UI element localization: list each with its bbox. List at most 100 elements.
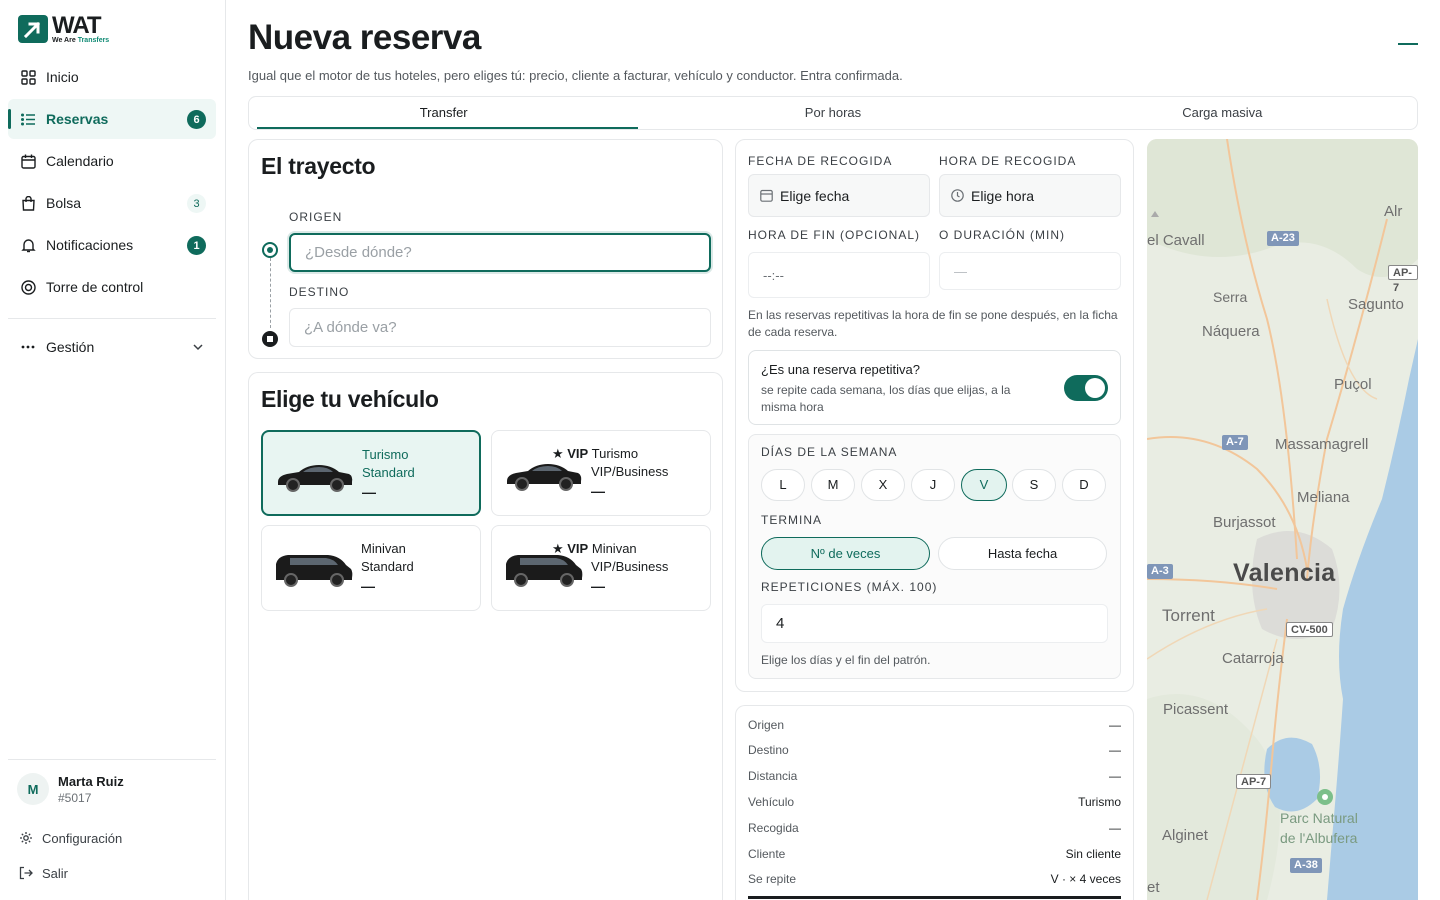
menu-dash-icon[interactable]: [1398, 43, 1418, 45]
more-dots-icon: [20, 339, 36, 355]
pickup-date-picker[interactable]: Elige fecha: [748, 174, 930, 217]
main-nav: Inicio Reservas 6 Calendario Bolsa 3 Not…: [8, 57, 216, 309]
notificaciones-count-badge: 1: [187, 236, 206, 255]
road-shield: CV-500: [1286, 622, 1333, 637]
sidebar: WAT We Are Transfers Inicio Reservas 6 C…: [0, 0, 226, 900]
end-time-label: HORA DE FIN (OPCIONAL): [748, 228, 921, 242]
map-label: el Cavall: [1147, 232, 1205, 249]
user-id: #5017: [58, 790, 92, 805]
pickup-time-value: Elige hora: [971, 187, 1035, 204]
summary-bottom-rule: [748, 896, 1121, 899]
summary-row-cliente: Cliente Sin cliente: [748, 847, 1121, 861]
map-label: Náquera: [1202, 323, 1260, 340]
target-icon: [20, 279, 36, 295]
summary-card: Origen — Destino — Distancia — Vehículo Turi…: [735, 705, 1134, 900]
day-j-button[interactable]: J: [911, 469, 955, 501]
pickup-time-label: HORA DE RECOGIDA: [939, 154, 1077, 168]
summary-row-vehiculo: Vehículo Turismo: [748, 795, 1121, 809]
map-park-label: de l'Albufera: [1280, 830, 1358, 846]
map-label: Massamagrell: [1275, 436, 1369, 453]
repeat-toggle[interactable]: [1064, 375, 1108, 401]
nav-label: Inicio: [46, 69, 79, 85]
end-time-help: En las reservas repetitivas la hora de f…: [748, 308, 1118, 339]
route-connector: [270, 258, 271, 328]
day-v-button[interactable]: V: [961, 469, 1007, 501]
origin-label: ORIGEN: [289, 210, 343, 224]
vehicle-option-turismo-standard[interactable]: Turismo Standard —: [261, 430, 481, 516]
nav-label: Bolsa: [46, 195, 82, 211]
pickup-time-picker[interactable]: Elige hora: [939, 174, 1121, 217]
day-s-button[interactable]: S: [1012, 469, 1056, 501]
logout-icon: [19, 865, 33, 881]
brand-logo[interactable]: WAT We Are Transfers: [18, 14, 109, 44]
map-label: et: [1147, 879, 1160, 896]
route-title: El trayecto: [261, 153, 376, 179]
nav-item-reservas[interactable]: Reservas 6: [8, 99, 216, 139]
summary-row-origen: Origen —: [748, 718, 1121, 732]
vehicle-option-minivan-standard[interactable]: Minivan Standard —: [261, 525, 481, 611]
day-x-button[interactable]: X: [861, 469, 905, 501]
settings-link[interactable]: Configuración: [19, 830, 122, 846]
vehicle-name: ★ VIP Turismo VIP/Business: [552, 446, 669, 479]
summary-row-destino: Destino —: [748, 743, 1121, 757]
avatar: M: [17, 773, 49, 805]
road-shield: AP-7: [1388, 265, 1418, 294]
tab-carga-masiva[interactable]: Carga masiva: [1028, 97, 1417, 129]
map-label: Torrent: [1162, 606, 1215, 625]
logout-link[interactable]: Salir: [19, 865, 68, 881]
vip-star-icon: ★ VIP: [552, 541, 589, 556]
nav-item-inicio[interactable]: Inicio: [8, 57, 216, 97]
arrow-logo-icon: [18, 15, 48, 43]
nav-group-gestion[interactable]: Gestión: [8, 327, 216, 367]
tab-transfer[interactable]: Transfer: [249, 97, 639, 129]
nav-label: Reservas: [46, 111, 109, 127]
user-profile[interactable]: M Marta Ruiz #5017: [17, 773, 124, 805]
list-icon: [20, 111, 36, 127]
duration-input[interactable]: —: [939, 252, 1121, 290]
destination-dot-icon: [262, 331, 278, 347]
page-subtitle: Igual que el motor de tus hoteles, pero …: [248, 68, 903, 83]
ends-date-option[interactable]: Hasta fecha: [938, 537, 1107, 570]
vehicle-option-turismo-vip[interactable]: ★ VIP Turismo VIP/Business —: [491, 430, 711, 516]
road-shield: A-38: [1290, 858, 1322, 873]
day-d-button[interactable]: D: [1062, 469, 1106, 501]
vehicle-option-minivan-vip[interactable]: ★ VIP Minivan VIP/Business —: [491, 525, 711, 611]
repeat-pattern-box: DÍAS DE LA SEMANA L M X J V S D TERMINA …: [748, 434, 1121, 679]
vip-star-icon: ★ VIP: [552, 446, 589, 461]
settings-label: Configuración: [42, 830, 123, 846]
nav-item-calendario[interactable]: Calendario: [8, 141, 216, 181]
vehicle-price: —: [591, 578, 605, 594]
bag-icon: [20, 195, 36, 211]
repetitions-input[interactable]: 4: [761, 604, 1108, 643]
road-shield: A-3: [1147, 564, 1173, 579]
booking-type-tabs: Transfer Por horas Carga masiva: [248, 96, 1418, 130]
pattern-hint: Elige los días y el fin del patrón.: [761, 653, 931, 667]
vehicle-price: —: [362, 484, 376, 500]
map-label: Sagunto: [1348, 296, 1404, 313]
vehicle-price: —: [361, 578, 375, 594]
brand-name: WAT: [52, 12, 102, 39]
day-l-button[interactable]: L: [761, 469, 805, 501]
repeat-description: se repite cada semana, los días que elij…: [761, 383, 1011, 414]
road-shield: AP-7: [1236, 774, 1272, 789]
destination-input[interactable]: [289, 308, 711, 347]
day-m-button[interactable]: M: [811, 469, 855, 501]
vehicle-name: ★ VIP Minivan VIP/Business: [552, 541, 669, 574]
ends-count-option[interactable]: Nº de veces: [761, 537, 930, 570]
route-map[interactable]: Alr el Cavall Serra Sagunto Náquera Puço…: [1147, 139, 1418, 900]
calendar-icon: [20, 153, 36, 169]
bolsa-count-badge: 3: [187, 194, 206, 213]
origin-input[interactable]: [289, 233, 711, 272]
end-time-input[interactable]: --:--: [748, 252, 930, 298]
nav-item-notificaciones[interactable]: Notificaciones 1: [8, 225, 216, 265]
map-label: Burjassot: [1213, 514, 1276, 531]
tab-por-horas[interactable]: Por horas: [638, 97, 1027, 129]
nav-item-torre-de-control[interactable]: Torre de control: [8, 267, 216, 307]
nav-label: Notificaciones: [46, 237, 134, 253]
user-name: Marta Ruiz: [58, 773, 124, 789]
route-card: El trayecto ORIGEN DESTINO: [248, 139, 723, 359]
nav-item-bolsa[interactable]: Bolsa 3: [8, 183, 216, 223]
summary-row-distancia: Distancia —: [748, 769, 1121, 783]
repeat-toggle-box: ¿Es una reserva repetitiva? se repite ca…: [748, 350, 1121, 425]
chevron-down-icon: [192, 340, 204, 356]
